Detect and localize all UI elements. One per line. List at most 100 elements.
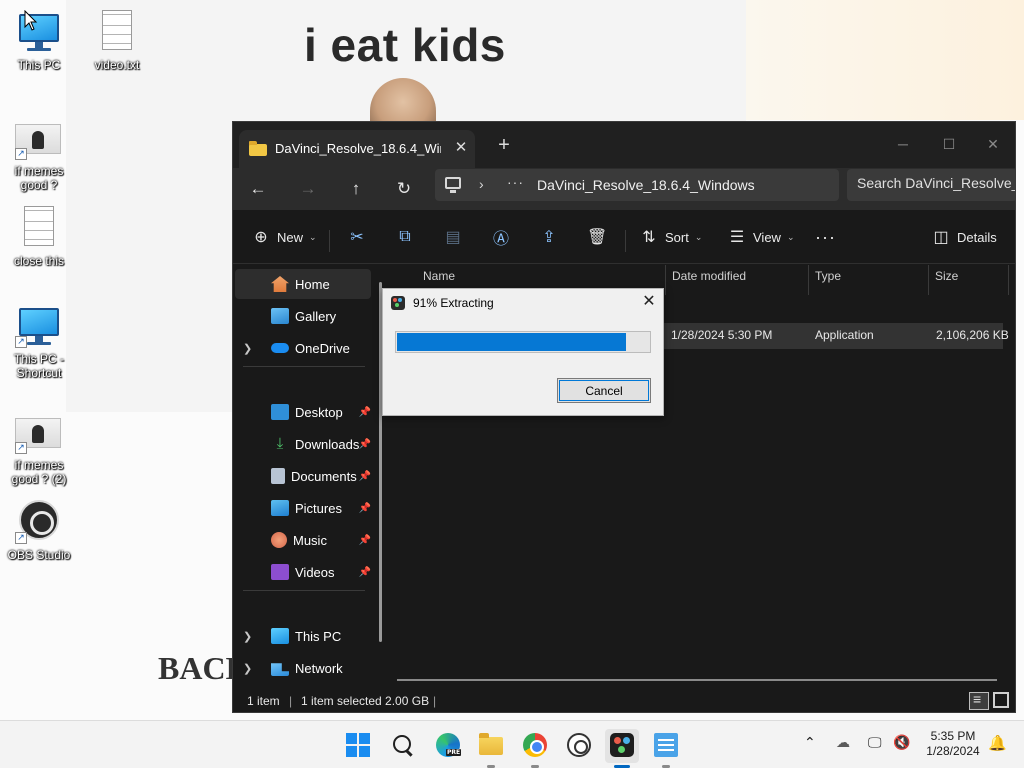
search-box[interactable]: [847, 169, 1015, 201]
onedrive-offline-icon[interactable]: ☁: [836, 735, 850, 751]
nav-item-desktop[interactable]: Desktop 📌: [235, 397, 371, 427]
details-button[interactable]: ◫ Details: [931, 223, 996, 251]
horizontal-scrollbar[interactable]: [397, 679, 997, 681]
nav-item-pictures[interactable]: Pictures 📌: [235, 493, 371, 523]
taskbar-file-explorer[interactable]: [474, 729, 508, 768]
command-bar: ⊕ New ⌄ ✂ ⧉ ▤ Ⓐ ⇪ 🗑 ⇅ Sort ⌄ ☰ View ⌄ ··…: [233, 210, 1015, 264]
pin-icon[interactable]: 📌: [359, 471, 371, 482]
taskbar-search-button[interactable]: [386, 729, 420, 763]
desktop-icon-label: This PC: [17, 58, 61, 72]
cancel-button[interactable]: Cancel: [557, 378, 651, 403]
breadcrumb-chevron-icon[interactable]: ›: [479, 176, 484, 192]
chevron-down-icon: ⌄: [786, 231, 795, 242]
nav-item-music[interactable]: Music 📌: [235, 525, 371, 555]
chevron-right-icon[interactable]: ❯: [243, 342, 257, 355]
chevron-right-icon[interactable]: ❯: [243, 630, 257, 643]
cloud-icon: [271, 343, 289, 353]
pin-icon[interactable]: 📌: [359, 535, 371, 546]
navigation-pane: Home Gallery ❯ OneDrive Desktop 📌 ⤓ Down…: [233, 265, 381, 683]
desktop-icon-if-memes-good-2[interactable]: ↗ if memes good ? (2): [4, 408, 74, 486]
sort-button[interactable]: ⇅ Sort ⌄: [639, 223, 702, 251]
desktop-icon-label: if memes good ? (2): [11, 458, 67, 486]
desktop-icon-close-this[interactable]: close this: [4, 204, 74, 268]
nav-item-documents[interactable]: Documents 📌: [235, 461, 371, 491]
close-window-button[interactable]: ✕: [979, 132, 1007, 156]
tab-close-icon[interactable]: ✕: [451, 138, 471, 158]
nav-item-onedrive[interactable]: ❯ OneDrive: [235, 333, 371, 363]
desktop-icon-video-txt[interactable]: video.txt: [82, 8, 152, 72]
cut-button[interactable]: ✂: [347, 223, 367, 251]
paste-button[interactable]: ▤: [443, 223, 463, 251]
column-header-type[interactable]: Type: [809, 265, 929, 295]
taskbar-chrome[interactable]: [518, 729, 552, 768]
nav-item-videos[interactable]: Videos 📌: [235, 557, 371, 587]
desktop-icon-this-pc[interactable]: This PC: [4, 8, 74, 72]
clock[interactable]: 5:35 PM 1/28/2024: [920, 729, 986, 759]
status-bar: 1 item | 1 item selected 2.00 GB |: [233, 688, 1015, 712]
extraction-progress-bar: [395, 331, 651, 353]
nav-item-downloads[interactable]: ⤓ Downloads 📌: [235, 429, 371, 459]
view-button[interactable]: ☰ View ⌄: [727, 223, 795, 251]
column-header-date-modified[interactable]: Date modified: [665, 265, 809, 295]
show-hidden-icons-chevron-icon[interactable]: ⌃: [804, 735, 816, 751]
desktop-icon-if-memes-good[interactable]: ↗ if memes good ?: [4, 114, 74, 192]
clipboard-icon: ▤: [445, 229, 461, 246]
up-arrow-icon[interactable]: ↑: [341, 175, 371, 203]
nav-item-network[interactable]: ❯ Network: [235, 653, 371, 683]
chrome-icon: [523, 733, 547, 757]
share-button[interactable]: ⇪: [539, 223, 559, 251]
nav-item-this-pc[interactable]: ❯ This PC: [235, 621, 371, 651]
pin-icon[interactable]: 📌: [359, 567, 371, 578]
address-bar[interactable]: › ··· DaVinci_Resolve_18.6.4_Windows: [435, 169, 839, 201]
status-selection: 1 item selected 2.00 GB: [301, 694, 430, 708]
refresh-icon[interactable]: ↻: [389, 175, 419, 203]
desktop-icon-label: if memes good ?: [14, 164, 64, 192]
desktop-icon-label: video.txt: [94, 58, 140, 72]
start-button[interactable]: [341, 729, 375, 763]
taskbar-davinci-resolve[interactable]: [605, 729, 639, 768]
new-button[interactable]: ⊕ New ⌄: [251, 223, 316, 251]
pin-icon[interactable]: 📌: [359, 439, 371, 450]
davinci-resolve-icon: [610, 733, 634, 757]
search-input[interactable]: [857, 175, 1015, 191]
breadcrumb-more-icon[interactable]: ···: [507, 174, 524, 190]
more-options-icon[interactable]: ···: [815, 223, 836, 251]
view-label: View: [753, 229, 781, 245]
column-header-size[interactable]: Size: [929, 265, 1009, 295]
sound-muted-icon[interactable]: 🔇: [893, 735, 910, 751]
progress-fill: [397, 333, 626, 351]
new-tab-button[interactable]: +: [493, 135, 515, 157]
start-icon: [346, 733, 370, 757]
taskbar-obs[interactable]: [562, 729, 596, 763]
network-icon[interactable]: 🖵: [868, 735, 882, 751]
monitor-shortcut-icon: ↗: [15, 302, 63, 350]
monitor-icon: [15, 8, 63, 56]
desktop-icon-obs-studio[interactable]: ↗ OBS Studio: [4, 498, 74, 562]
rename-icon: Ⓐ: [492, 231, 509, 248]
taskbar-edge-beta[interactable]: PRE: [431, 729, 465, 763]
copy-button[interactable]: ⧉: [395, 223, 415, 251]
desktop-icon-this-pc-shortcut[interactable]: ↗ This PC - Shortcut: [4, 302, 74, 380]
notification-bell-icon[interactable]: 🔔: [988, 734, 1007, 752]
copy-icon: ⧉: [399, 228, 411, 245]
back-arrow-icon[interactable]: ←: [243, 175, 273, 203]
nav-item-label: Gallery: [295, 308, 337, 324]
rename-button[interactable]: Ⓐ: [491, 223, 511, 251]
tiles-view-icon[interactable]: [993, 692, 1009, 708]
trash-icon: 🗑: [587, 229, 608, 246]
chevron-right-icon[interactable]: ❯: [243, 662, 257, 675]
close-icon[interactable]: ✕: [639, 292, 659, 312]
delete-button[interactable]: 🗑: [587, 223, 607, 251]
maximize-button[interactable]: ☐: [935, 132, 963, 156]
pin-icon[interactable]: 📌: [359, 503, 371, 514]
nav-item-gallery[interactable]: Gallery: [235, 301, 371, 331]
forward-arrow-icon[interactable]: →: [293, 175, 323, 203]
taskbar-notepad[interactable]: [649, 729, 683, 768]
divider: [243, 590, 365, 591]
minimize-button[interactable]: ─: [889, 132, 917, 156]
details-view-icon[interactable]: [969, 691, 989, 710]
breadcrumb-current-folder[interactable]: DaVinci_Resolve_18.6.4_Windows: [537, 177, 755, 193]
pin-icon[interactable]: 📌: [359, 407, 371, 418]
explorer-tab[interactable]: DaVinci_Resolve_18.6.4_Windo ✕: [239, 130, 475, 168]
nav-item-home[interactable]: Home: [235, 269, 371, 299]
